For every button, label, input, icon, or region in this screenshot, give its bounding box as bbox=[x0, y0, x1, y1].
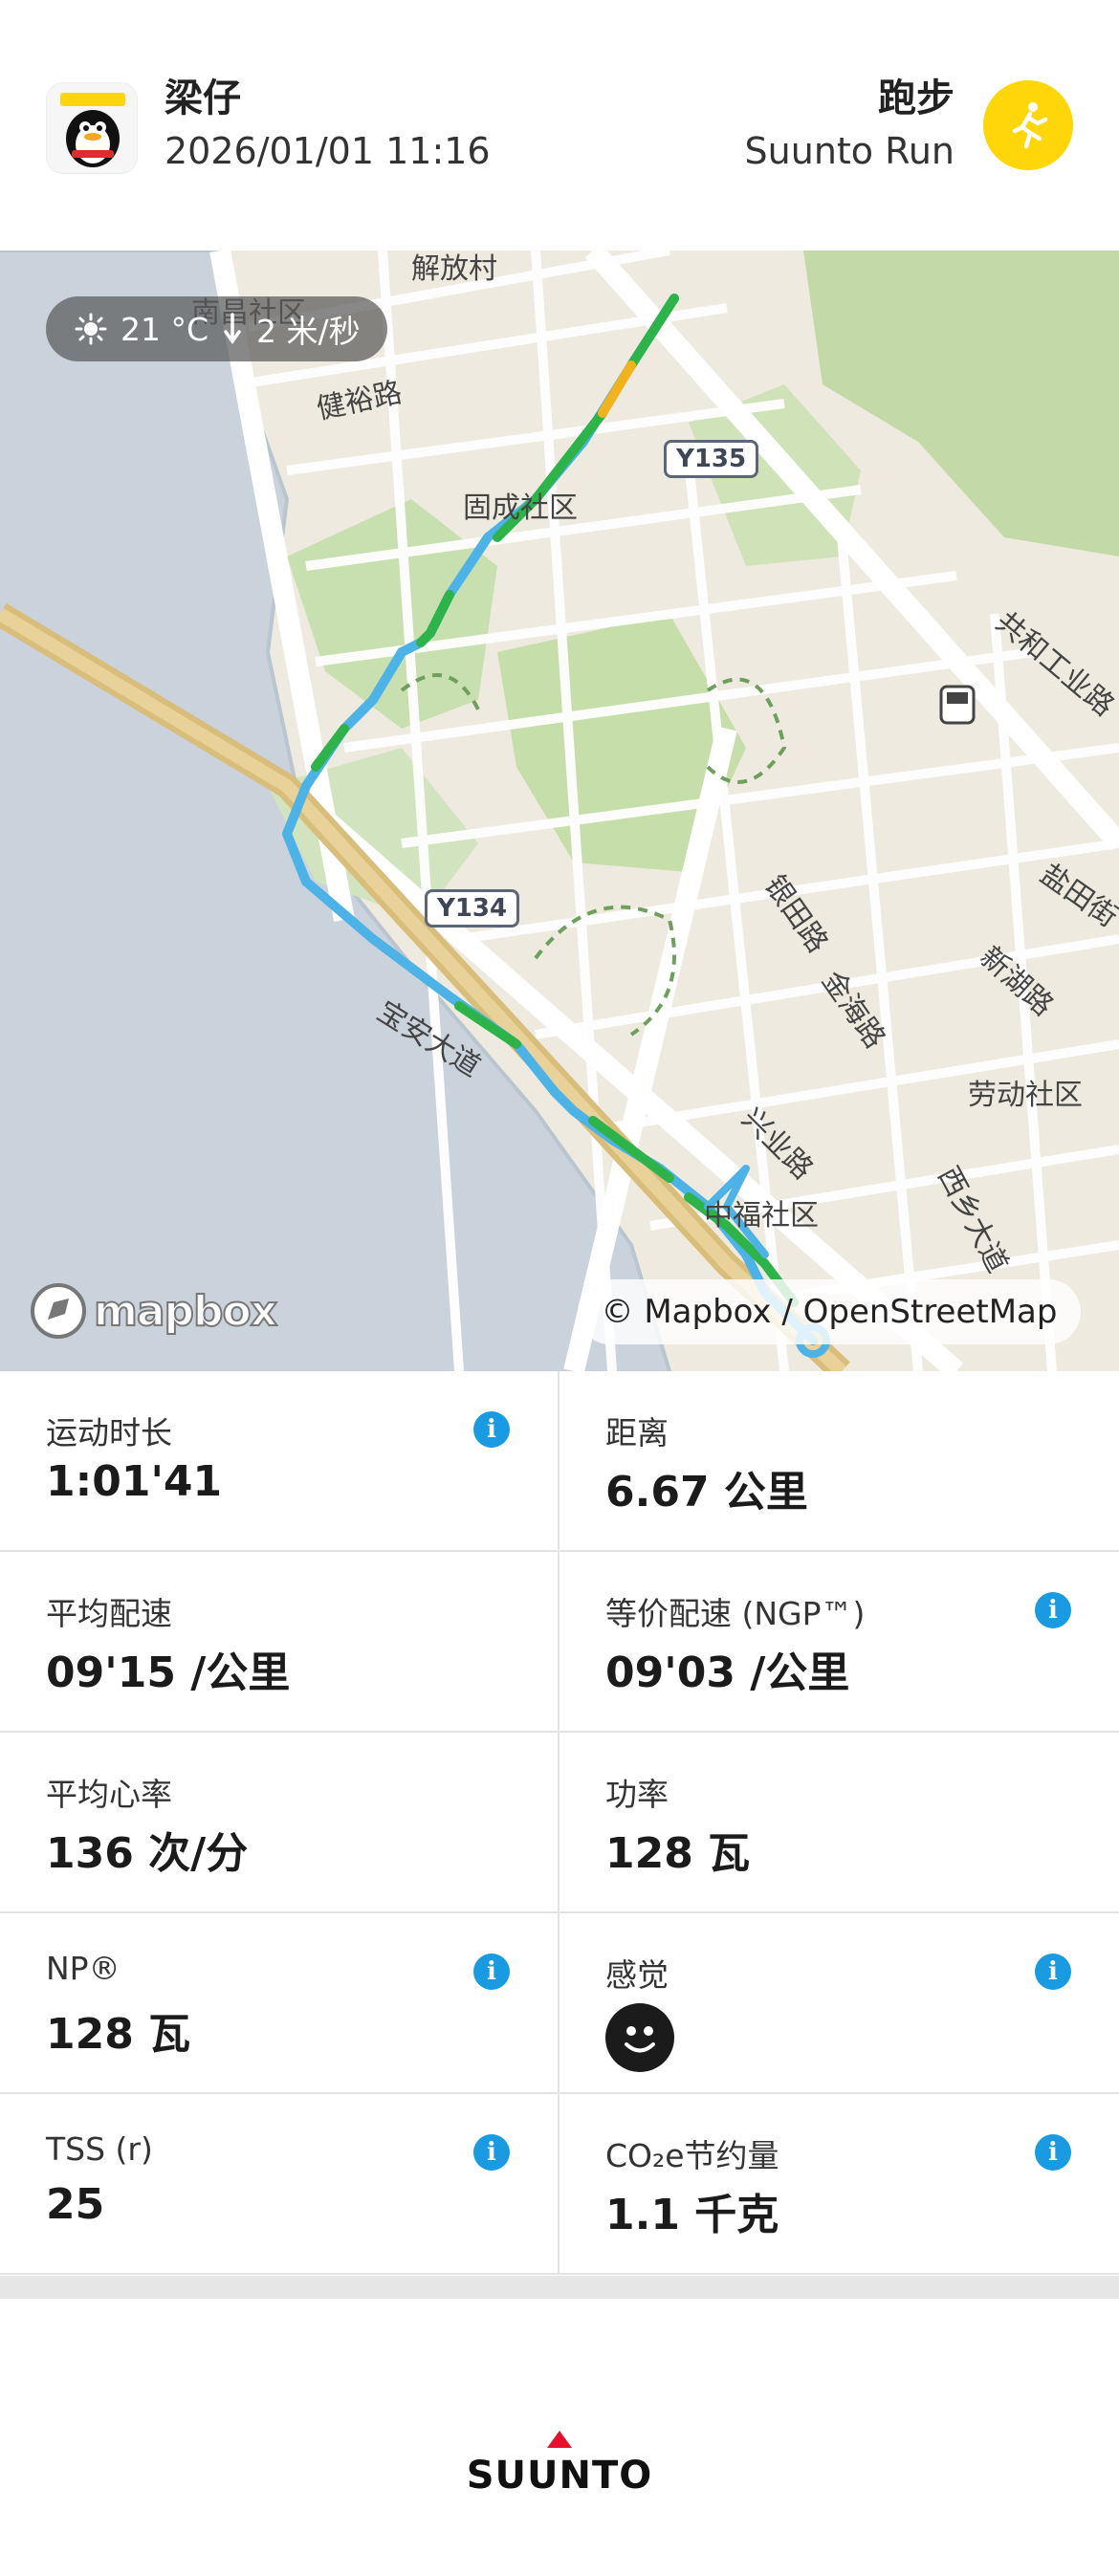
wind-speed-value: 2 米/秒 bbox=[256, 313, 361, 350]
info-icon[interactable]: i bbox=[1035, 1592, 1071, 1628]
stat-value: 128 瓦 bbox=[605, 1829, 751, 1878]
info-icon[interactable]: i bbox=[473, 2134, 510, 2171]
sport-mode: Suunto Run bbox=[744, 130, 954, 172]
info-icon[interactable]: i bbox=[473, 1954, 510, 1990]
map-attribution[interactable]: © Mapbox / OpenStreetMap bbox=[578, 1279, 1081, 1344]
stat-np: NP® 128 瓦 i bbox=[0, 1913, 560, 2094]
stat-value: 1.1 千克 bbox=[605, 2191, 779, 2239]
mapbox-wordmark: mapbox bbox=[93, 1286, 278, 1337]
stats-grid: 运动时长 1:01'41 i 距离 6.67 公里 平均配速 09'15 /公里… bbox=[0, 1371, 1119, 2276]
map-label-jiefang: 解放村 bbox=[411, 252, 497, 286]
stat-distance: 距离 6.67 公里 bbox=[560, 1371, 1119, 1552]
smiley-face-icon bbox=[605, 2003, 674, 2072]
stat-label: NP® bbox=[46, 1950, 121, 1987]
road-sign-y134: Y134 bbox=[425, 889, 520, 928]
stat-power: 功率 128 瓦 bbox=[560, 1733, 1119, 1913]
info-icon[interactable]: i bbox=[1035, 1954, 1071, 1990]
stat-value: 128 瓦 bbox=[46, 2010, 191, 2059]
stat-value: 136 次/分 bbox=[46, 1829, 249, 1878]
weather-badge: 21 °C 2 米/秒 bbox=[46, 296, 387, 361]
user-avatar[interactable] bbox=[46, 82, 138, 174]
stat-label: 感觉 bbox=[605, 1956, 669, 1994]
route-map[interactable]: 南昌社区 解放村 健裕路 固成社区 共和工业路 银田路 金海路 新湖路 盐田街 … bbox=[0, 251, 1119, 1371]
stat-value: 09'15 /公里 bbox=[46, 1648, 291, 1697]
stat-label: 等价配速 (NGP™) bbox=[605, 1595, 866, 1632]
running-icon bbox=[983, 80, 1073, 170]
map-label-laodong: 劳动社区 bbox=[968, 1079, 1083, 1112]
stat-value: 09'03 /公里 bbox=[605, 1648, 850, 1697]
stat-duration: 运动时长 1:01'41 i bbox=[0, 1371, 560, 1552]
workout-header: 梁仔 2026/01/01 11:16 跑步 Suunto Run bbox=[0, 0, 1119, 251]
map-label-gucheng: 固成社区 bbox=[463, 491, 578, 525]
user-name: 梁仔 bbox=[165, 76, 241, 120]
stat-co2e: CO₂e节约量 1.1 千克 i bbox=[560, 2094, 1119, 2275]
suunto-arrow-icon bbox=[547, 2431, 572, 2448]
mapbox-logo[interactable]: mapbox bbox=[29, 1281, 278, 1341]
stat-value: 1:01'41 bbox=[46, 1457, 223, 1506]
stat-feeling: 感觉 i bbox=[560, 1913, 1119, 2094]
info-icon[interactable]: i bbox=[473, 1411, 510, 1448]
stat-label: 距离 bbox=[605, 1414, 669, 1452]
brand-wordmark: SUUNTO bbox=[466, 2454, 653, 2498]
stat-value: 25 bbox=[46, 2180, 105, 2229]
stat-avg-pace: 平均配速 09'15 /公里 bbox=[0, 1552, 560, 1733]
road-sign-y135: Y135 bbox=[664, 440, 759, 478]
footer: SUUNTO bbox=[0, 2299, 1119, 2576]
stat-label: 运动时长 bbox=[46, 1414, 172, 1452]
wind-direction-icon bbox=[224, 313, 241, 345]
sport-type: 跑步 bbox=[878, 76, 954, 120]
suunto-logo: SUUNTO bbox=[0, 2429, 1119, 2498]
stat-tss: TSS (r) 25 i bbox=[0, 2094, 560, 2275]
stat-value: 6.67 公里 bbox=[605, 1468, 808, 1517]
stat-label: 功率 bbox=[605, 1776, 669, 1813]
info-icon[interactable]: i bbox=[1035, 2134, 1071, 2171]
sun-icon bbox=[75, 313, 107, 345]
section-divider bbox=[0, 2276, 1119, 2299]
map-label-zhongfu: 中福社区 bbox=[704, 1199, 819, 1233]
stat-ngp: 等价配速 (NGP™) 09'03 /公里 i bbox=[560, 1552, 1119, 1733]
stat-avg-heart-rate: 平均心率 136 次/分 bbox=[0, 1733, 560, 1913]
stat-label: TSS (r) bbox=[46, 2130, 153, 2168]
mapbox-icon bbox=[31, 1283, 86, 1339]
workout-datetime: 2026/01/01 11:16 bbox=[165, 130, 491, 172]
temperature-value: 21 °C bbox=[121, 310, 209, 348]
stat-label: 平均配速 bbox=[46, 1595, 172, 1632]
stat-label: CO₂e节约量 bbox=[605, 2137, 779, 2174]
stat-label: 平均心率 bbox=[46, 1776, 172, 1813]
